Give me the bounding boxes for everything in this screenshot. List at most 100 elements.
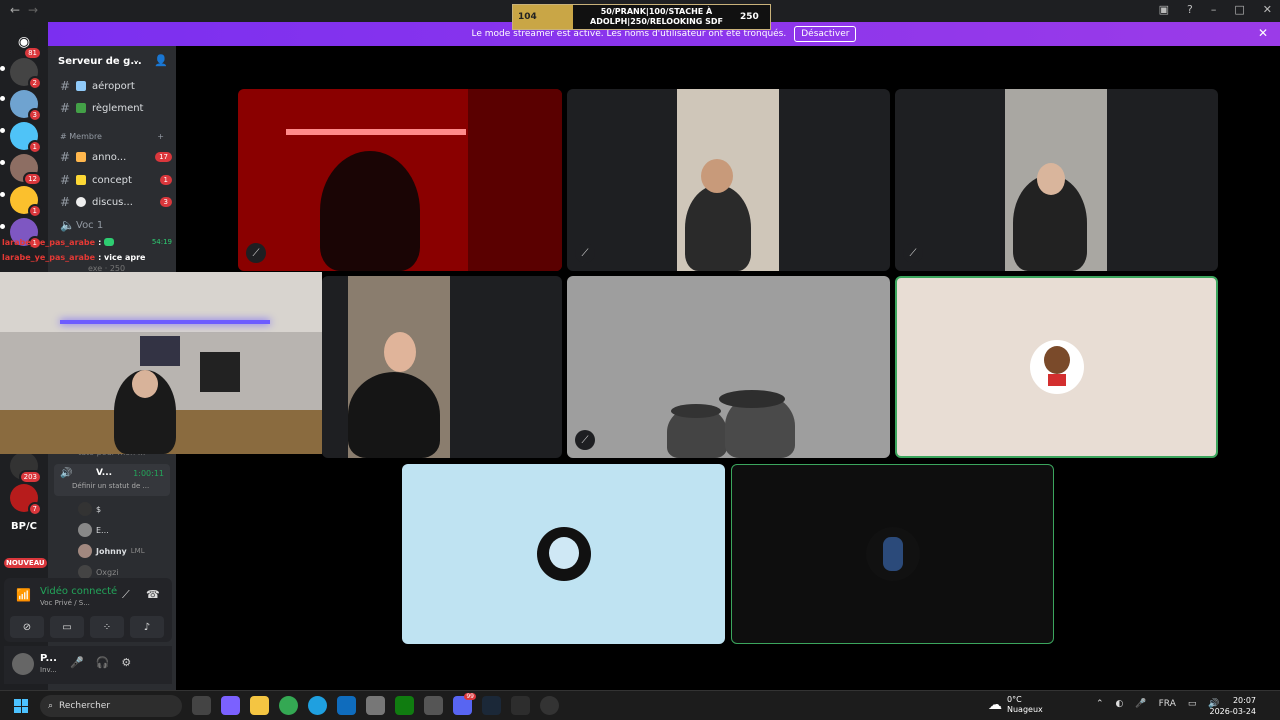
unread-indicator xyxy=(0,96,5,101)
mail-icon[interactable] xyxy=(337,696,356,715)
server-icon[interactable]: 7 xyxy=(10,484,42,516)
xbox-icon[interactable] xyxy=(395,696,414,715)
hash-icon: # xyxy=(60,173,71,187)
headphones-icon[interactable]: 🎧 xyxy=(96,656,110,669)
maximize-button[interactable]: □ xyxy=(1234,3,1244,16)
taskbar-search[interactable]: ⌕ Rechercher xyxy=(40,695,182,717)
discord-taskbar-icon[interactable]: 99 xyxy=(453,693,476,715)
channel-item[interactable]: # anno... 17 xyxy=(60,147,172,167)
language-indicator[interactable]: FRA xyxy=(1159,699,1176,709)
tray-app-icon[interactable]: ◐ xyxy=(1116,699,1124,709)
microphone-icon[interactable]: 🎤 xyxy=(70,656,84,669)
server-icon[interactable]: 2 xyxy=(10,58,42,90)
server-icon[interactable]: 12 xyxy=(10,154,42,186)
server-icon-bpc[interactable]: BP/C xyxy=(10,512,38,540)
channel-item[interactable]: # aéroport xyxy=(60,76,172,96)
add-channel-icon[interactable]: + xyxy=(157,132,164,141)
hash-icon: # xyxy=(60,195,71,209)
voice-channel-item[interactable]: 🔈 Voc 1 xyxy=(60,215,172,235)
back-button[interactable]: ← xyxy=(10,3,20,17)
task-view-icon[interactable] xyxy=(192,696,211,715)
camera-off-button[interactable]: ⊘ xyxy=(10,616,44,638)
video-tile[interactable] xyxy=(731,464,1054,644)
server-icon[interactable]: 1 xyxy=(10,186,42,218)
video-tile[interactable]: ⟋ xyxy=(895,89,1218,271)
server-badge: 2 xyxy=(27,76,42,90)
active-voice-channel[interactable]: 🔊 V... 1:00:11 Définir un statut de ... xyxy=(54,464,170,496)
discord-home-icon[interactable]: ◉ 81 xyxy=(10,28,42,60)
category-membre[interactable]: # Membre + xyxy=(60,132,164,141)
help-icon[interactable]: ? xyxy=(1187,3,1193,16)
video-tile[interactable] xyxy=(322,276,562,458)
search-placeholder: Rechercher xyxy=(59,701,111,711)
video-tile[interactable]: ⟋ xyxy=(567,276,890,458)
voice-status-title: Vidéo connecté xyxy=(40,586,118,597)
chat-message: larabe_ye_pas_arabe : 54:19 xyxy=(2,238,172,247)
muted-mic-icon: ⟋ xyxy=(903,243,923,263)
chevron-up-icon[interactable]: ⌃ xyxy=(1096,699,1104,709)
disable-streamer-mode-button[interactable]: Désactiver xyxy=(794,26,857,42)
settings-icon[interactable] xyxy=(366,696,385,715)
weather-widget[interactable]: ☁ 0°C Nuageux xyxy=(988,695,1043,715)
voice-status[interactable]: Définir un statut de ... xyxy=(72,482,149,490)
chrome-icon[interactable] xyxy=(279,696,298,715)
speaking-user-tile[interactable] xyxy=(895,276,1218,458)
voice-user[interactable]: E... xyxy=(78,523,109,537)
server-icon[interactable]: 3 xyxy=(10,90,42,122)
windows-start-icon[interactable] xyxy=(14,699,28,713)
participant-figure xyxy=(685,185,751,271)
server-icon[interactable]: 203 xyxy=(10,452,42,484)
inbox-icon[interactable]: ▣ xyxy=(1159,3,1169,16)
voice-status-subtitle[interactable]: Voc Privé / S... xyxy=(40,599,90,607)
windows-taskbar: ⌕ Rechercher 99 ☁ 0°C Nuageux ⌃ ◐ 🎤 FRA … xyxy=(0,690,1280,720)
unread-indicator xyxy=(0,66,5,71)
noise-suppression-icon[interactable]: ⟋ xyxy=(122,588,130,602)
voice-connected-panel: 📶 Vidéo connecté Voc Privé / S... ⟋ ☎ ⊘ … xyxy=(4,578,172,642)
file-explorer-icon[interactable] xyxy=(250,696,269,715)
gear-icon[interactable]: ⚙ xyxy=(121,656,131,669)
store-icon[interactable] xyxy=(424,696,443,715)
forward-button[interactable]: → xyxy=(28,3,38,17)
voice-user[interactable]: Johnny LML xyxy=(78,544,145,558)
app-icon[interactable] xyxy=(511,696,530,715)
unread-indicator xyxy=(0,192,5,197)
video-tile[interactable]: ⟋ xyxy=(238,89,562,271)
disconnect-icon[interactable]: ☎ xyxy=(146,588,160,601)
chevron-down-icon[interactable]: ⌄ xyxy=(132,55,140,66)
server-icon[interactable]: 1 xyxy=(10,122,42,154)
voice-timer: 1:00:11 xyxy=(133,469,164,478)
video-tile[interactable] xyxy=(402,464,725,644)
activities-button[interactable]: ⁘ xyxy=(90,616,124,638)
video-tile[interactable]: ⟋ xyxy=(567,89,890,271)
clock[interactable]: 20:07 2026-03-24 xyxy=(1210,695,1257,717)
soundboard-button[interactable]: ♪ xyxy=(130,616,164,638)
copilot-icon[interactable] xyxy=(221,696,240,715)
microphone-icon[interactable]: 🎤 xyxy=(1135,699,1146,709)
steam-icon[interactable] xyxy=(482,696,501,715)
plane-icon xyxy=(76,81,86,91)
chat-message: larabe_ye_pas_arabe : vice apre xyxy=(2,253,172,262)
channel-item[interactable]: # discus... 3 xyxy=(60,192,172,212)
streamer-face xyxy=(132,370,158,398)
network-icon[interactable]: ▭ xyxy=(1188,699,1197,709)
voice-controls: ⊘ ▭ ⁘ ♪ xyxy=(10,616,164,638)
obs-icon[interactable] xyxy=(540,696,559,715)
voice-user[interactable]: Oxgzi xyxy=(78,565,119,579)
voice-user[interactable]: $ xyxy=(78,502,101,516)
participant-face xyxy=(1037,163,1065,195)
screen-share-button[interactable]: ▭ xyxy=(50,616,84,638)
overlay-line-1: 50/PRANK|100/STACHE À xyxy=(600,7,713,16)
close-icon[interactable]: ✕ xyxy=(1258,26,1268,40)
guild-name[interactable]: Serveur de g... xyxy=(58,56,142,67)
search-icon: ⌕ xyxy=(48,701,54,711)
channel-item[interactable]: # concept 1 xyxy=(60,170,172,190)
invite-icon[interactable]: 👤 xyxy=(154,54,168,67)
avatar[interactable] xyxy=(12,653,34,675)
channel-item[interactable]: # règlement xyxy=(60,98,172,118)
avatar xyxy=(1029,340,1084,394)
avatar xyxy=(536,527,591,581)
edge-icon[interactable] xyxy=(308,696,327,715)
weather-temp: 0°C xyxy=(1007,695,1022,704)
minimize-button[interactable]: – xyxy=(1211,3,1217,16)
close-button[interactable]: ✕ xyxy=(1263,3,1272,16)
